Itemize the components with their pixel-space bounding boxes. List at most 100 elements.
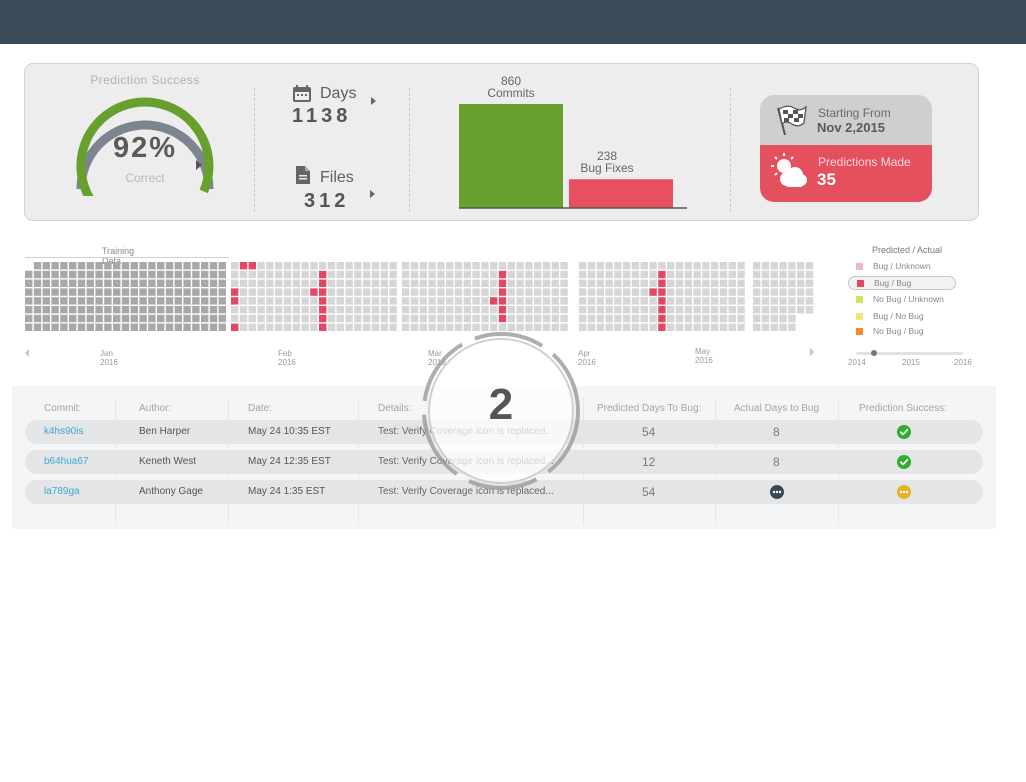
calendar-day-cell [113,270,121,279]
timeline-prev-icon[interactable] [25,349,29,357]
calendar-day-cell [658,288,666,296]
calendar-day-cell [761,314,770,323]
calendar-day-cell [658,314,666,323]
calendar-day-cell [283,297,292,305]
legend-item-label: Bug / Bug [874,278,912,288]
calendar-day-cell [631,279,640,287]
calendar-day-cell [419,297,427,305]
calendar-day-cell [257,270,265,279]
calendar-day-cell [25,297,33,305]
starting-from-label: Starting From [818,106,891,120]
calendar-day-cell [319,279,327,287]
legend-item-bug-unknown[interactable]: Bug / Unknown [848,260,958,274]
year-label: 2015 [902,358,920,367]
calendar-day-cell [534,262,542,270]
legend-item-nobug-unknown[interactable]: No Bug / Unknown [848,293,958,307]
calendar-day-cell [192,297,200,305]
calendar-day-cell [640,288,648,296]
calendar-day-cell [498,270,507,279]
calendar-day-cell [779,314,787,323]
calendar-day-cell [579,314,587,323]
starting-from-section: Starting From Nov 2,2015 [760,95,932,145]
calendar-day-cell [148,270,156,279]
calendar-day-cell [209,262,218,270]
calendar-day-cell [507,306,515,314]
column-header-commit[interactable]: Commit: [44,403,81,414]
calendar-day-cell [77,270,86,279]
calendar-day-cell [667,288,675,296]
calendar-day-cell [667,314,675,323]
calendar-day-cell [605,323,613,331]
calendar-day-cell [711,279,719,287]
legend-item-bug-nobug[interactable]: Bug / No Bug [848,310,958,324]
calendar-day-cell [437,314,445,323]
column-header-prediction-success[interactable]: Prediction Success: [859,403,947,414]
calendar-day-cell [623,279,631,287]
legend-swatch [856,313,863,320]
calendar-day-cell [463,306,471,314]
calendar-day-cell [525,262,533,270]
column-header-details[interactable]: Details: [378,403,411,414]
calendar-day-cell [525,279,533,287]
calendar-day-cell [310,314,318,323]
calendar-day-cell [248,323,256,331]
calendar-day-cell [345,306,353,314]
calendar-day-cell [389,288,397,296]
calendar-day-cell [410,323,419,331]
calendar-day-cell [542,314,551,323]
calendar-day-cell [402,297,410,305]
calendar-day-cell [42,288,50,296]
calendar-day-cell [165,270,174,279]
files-value: 312 [304,190,350,212]
calendar-day-cell [737,297,745,305]
calendar-day-cell [446,297,454,305]
calendar-day-cell [693,279,701,287]
calendar-day-cell [761,262,770,270]
calendar-day-cell [788,288,796,296]
gauge-arrow-icon[interactable] [196,160,202,170]
calendar-day-cell [472,288,480,296]
calendar-day-cell [719,262,728,270]
calendar-day-cell [693,323,701,331]
calendar-day-cell [560,314,568,323]
calendar-day-cell [354,262,362,270]
calendar-day-cell [77,323,86,331]
year-range-handle[interactable] [871,350,877,356]
bar-bug-fixes [569,179,673,208]
calendar-day-cell [719,297,728,305]
calendar-day-cell [779,270,787,279]
calendar-day-cell [761,297,770,305]
column-header-author[interactable]: Author: [139,403,171,414]
commit-link[interactable]: b64hua67 [44,456,89,467]
column-header-predicted-days[interactable]: Predicted Days To Bug: [597,403,701,414]
calendar-day-cell [248,262,256,270]
column-header-date[interactable]: Date: [248,403,272,414]
calendar-day-cell [454,279,463,287]
calendar-day-cell [579,297,587,305]
calendar-day-cell [534,279,542,287]
calendar-day-cell [165,306,174,314]
predictions-made-section: Predictions Made 35 [760,145,932,202]
calendar-day-cell [753,270,761,279]
calendar-day-cell [301,297,309,305]
legend-item-bug-bug[interactable]: Bug / Bug [848,276,956,290]
bar-commits [459,104,563,208]
calendar-day-cell [702,306,710,314]
calendar-day-cell [596,262,604,270]
calendar-day-cell [640,323,648,331]
calendar-day-cell [130,314,138,323]
calendar-day-cell [345,323,353,331]
commit-link[interactable]: k4hs90is [44,426,83,437]
commit-link[interactable]: la789ga [44,486,80,497]
calendar-day-cell [183,262,191,270]
calendar-day-cell [454,314,463,323]
days-arrow-icon[interactable] [371,97,376,105]
legend-item-nobug-bug[interactable]: No Bug / Bug [848,325,958,339]
timeline-next-icon[interactable] [810,348,814,356]
files-arrow-icon[interactable] [370,190,375,198]
calendar-day-cell [25,270,33,279]
calendar-day-cell [301,306,309,314]
calendar-day-cell [454,297,463,305]
calendar-day-cell [463,262,471,270]
column-header-actual-days[interactable]: Actual Days to Bug [734,403,819,414]
